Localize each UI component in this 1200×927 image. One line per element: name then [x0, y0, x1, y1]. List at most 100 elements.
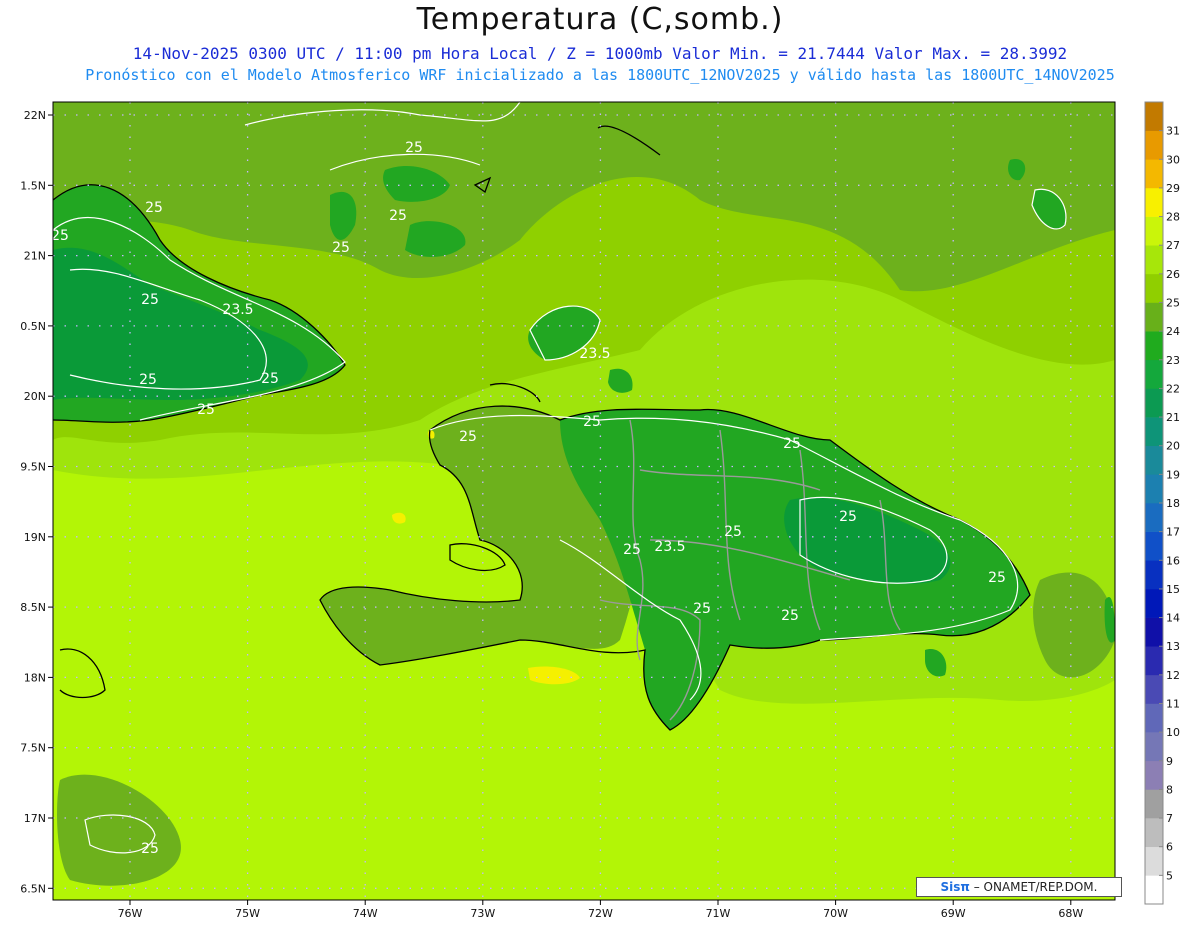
colorbar-label: 20 [1166, 440, 1180, 453]
colorbar-swatch [1145, 445, 1163, 475]
colorbar-swatch [1145, 216, 1163, 246]
colorbar-swatch [1145, 503, 1163, 532]
lon-tick-label: 76W [118, 907, 143, 920]
contour-label: 25 [623, 542, 641, 558]
colorbar-label: 7 [1166, 812, 1173, 825]
contour-label: 25 [583, 414, 601, 430]
colorbar-label: 23 [1166, 354, 1180, 367]
colorbar-label: 19 [1166, 468, 1180, 481]
contour-label: 25 [145, 200, 163, 216]
colorbar-swatch [1145, 846, 1163, 876]
colorbar-label: 21 [1166, 411, 1180, 424]
lat-tick-label: 6.5N [20, 882, 46, 895]
lat-tick-label: 8.5N [20, 601, 46, 614]
lon-tick-label: 75W [235, 907, 260, 920]
contour-label: 25 [389, 208, 407, 224]
plot-area: 25 25 25 25 25 23.5 25 23.5 25 25 25 25 25 25 25 23.5 25… [51, 102, 1115, 900]
colorbar-swatch [1145, 732, 1163, 762]
colorbar-label: 5 [1166, 869, 1173, 882]
colorbar-swatch [1145, 130, 1163, 160]
lon-tick-label: 70W [823, 907, 848, 920]
colorbar-swatch [1145, 187, 1163, 217]
colorbar-swatch [1145, 875, 1163, 905]
colorbar-swatch [1145, 245, 1163, 275]
lon-tick-label: 71W [706, 907, 731, 920]
contour-label: 25 [724, 524, 742, 540]
lat-tick-label: 9.5N [20, 461, 46, 474]
colorbar-label: 30 [1166, 153, 1180, 166]
colorbar-label: 16 [1166, 554, 1180, 567]
lat-tick-label: 7.5N [20, 742, 46, 755]
colorbar-swatch [1145, 417, 1163, 447]
colorbar-swatch [1145, 818, 1163, 848]
contour-label: 25 [781, 608, 799, 624]
credit-text: – ONAMET/REP.DOM. [969, 880, 1098, 894]
contour-label: 25 [141, 292, 159, 308]
contour-label: 23.5 [654, 539, 685, 555]
colorbar-label: 25 [1166, 297, 1180, 310]
contour-label: 25 [839, 509, 857, 525]
contour-label: 25 [693, 601, 711, 617]
lon-tick-label: 68W [1058, 907, 1083, 920]
colorbar-swatch [1145, 359, 1163, 389]
lon-tick-label: 72W [588, 907, 613, 920]
colorbar-swatch [1145, 159, 1163, 189]
colorbar-swatch [1145, 617, 1163, 647]
contour-label: 25 [405, 140, 423, 156]
colorbar-label: 26 [1166, 268, 1180, 281]
contour-label: 25 [197, 402, 215, 418]
colorbar-swatch [1145, 703, 1163, 733]
colorbar-swatch [1145, 789, 1163, 819]
colorbar-label: 6 [1166, 841, 1173, 854]
colorbar-swatch [1145, 331, 1163, 361]
colorbar-label: 14 [1166, 612, 1180, 625]
colorbar-label: 10 [1166, 726, 1180, 739]
contour-label: 23.5 [579, 346, 610, 362]
lat-tick-label: 19N [24, 531, 46, 544]
credit-box: Sisπ – ONAMET/REP.DOM. [916, 877, 1122, 897]
colorbar-swatch [1145, 560, 1163, 590]
contour-label: 25 [459, 429, 477, 445]
lat-tick-label: 20N [24, 390, 46, 403]
lat-tick-label: 18N [24, 671, 46, 684]
colorbar-swatch [1145, 646, 1163, 676]
contour-label: 25 [51, 228, 69, 244]
colorbar-swatch [1145, 674, 1163, 704]
colorbar-label: 15 [1166, 583, 1180, 596]
temperature-map: 25 25 25 25 25 23.5 25 23.5 25 25 25 25 25 25 25 23.5 25… [20, 101, 1180, 920]
lat-tick-label: 17N [24, 812, 46, 825]
colorbar-label: 18 [1166, 497, 1180, 510]
colorbar-swatch [1145, 760, 1163, 790]
sis-logo-text: Sisπ [940, 880, 970, 894]
contour-label: 25 [332, 240, 350, 256]
lat-tick-label: 0.5N [20, 320, 46, 333]
colorbar-label: 28 [1166, 211, 1180, 224]
latitude-axis: 22N 1.5N 21N 0.5N 20N 9.5N 19N 8.5N 18N 7.5N 17N 6.… [20, 109, 53, 895]
colorbar-label: 17 [1166, 526, 1180, 539]
colorbar-swatch [1145, 302, 1163, 332]
lon-tick-label: 74W [353, 907, 378, 920]
lat-tick-label: 21N [24, 250, 46, 263]
contour-label: 25 [139, 372, 157, 388]
colorbar-label: 29 [1166, 182, 1180, 195]
colorbar-label: 31 [1166, 125, 1180, 138]
colorbar-swatch [1145, 388, 1163, 418]
lat-tick-label: 22N [24, 109, 46, 122]
colorbar-swatch [1145, 588, 1163, 618]
contour-label: 25 [141, 841, 159, 857]
colorbar-legend: 5 6 7 8 9 10 11 12 13 14 15 16 17 18 19 20 21 22 23 24 25 26 2… [1144, 101, 1180, 905]
colorbar-swatch [1145, 273, 1163, 303]
colorbar-swatch [1145, 102, 1163, 131]
colorbar-label: 8 [1166, 783, 1173, 796]
lon-tick-label: 69W [941, 907, 966, 920]
colorbar-label: 24 [1166, 325, 1180, 338]
colorbar-swatch [1145, 531, 1163, 561]
colorbar-label: 9 [1166, 755, 1173, 768]
contour-label: 25 [783, 436, 801, 452]
colorbar-label: 11 [1166, 698, 1180, 711]
lat-tick-label: 1.5N [20, 179, 46, 192]
contour-label: 25 [261, 371, 279, 387]
lon-tick-label: 73W [470, 907, 495, 920]
longitude-axis: 76W 75W 74W 73W 72W 71W 70W 69W 68W [118, 900, 1083, 920]
colorbar-label: 22 [1166, 382, 1180, 395]
